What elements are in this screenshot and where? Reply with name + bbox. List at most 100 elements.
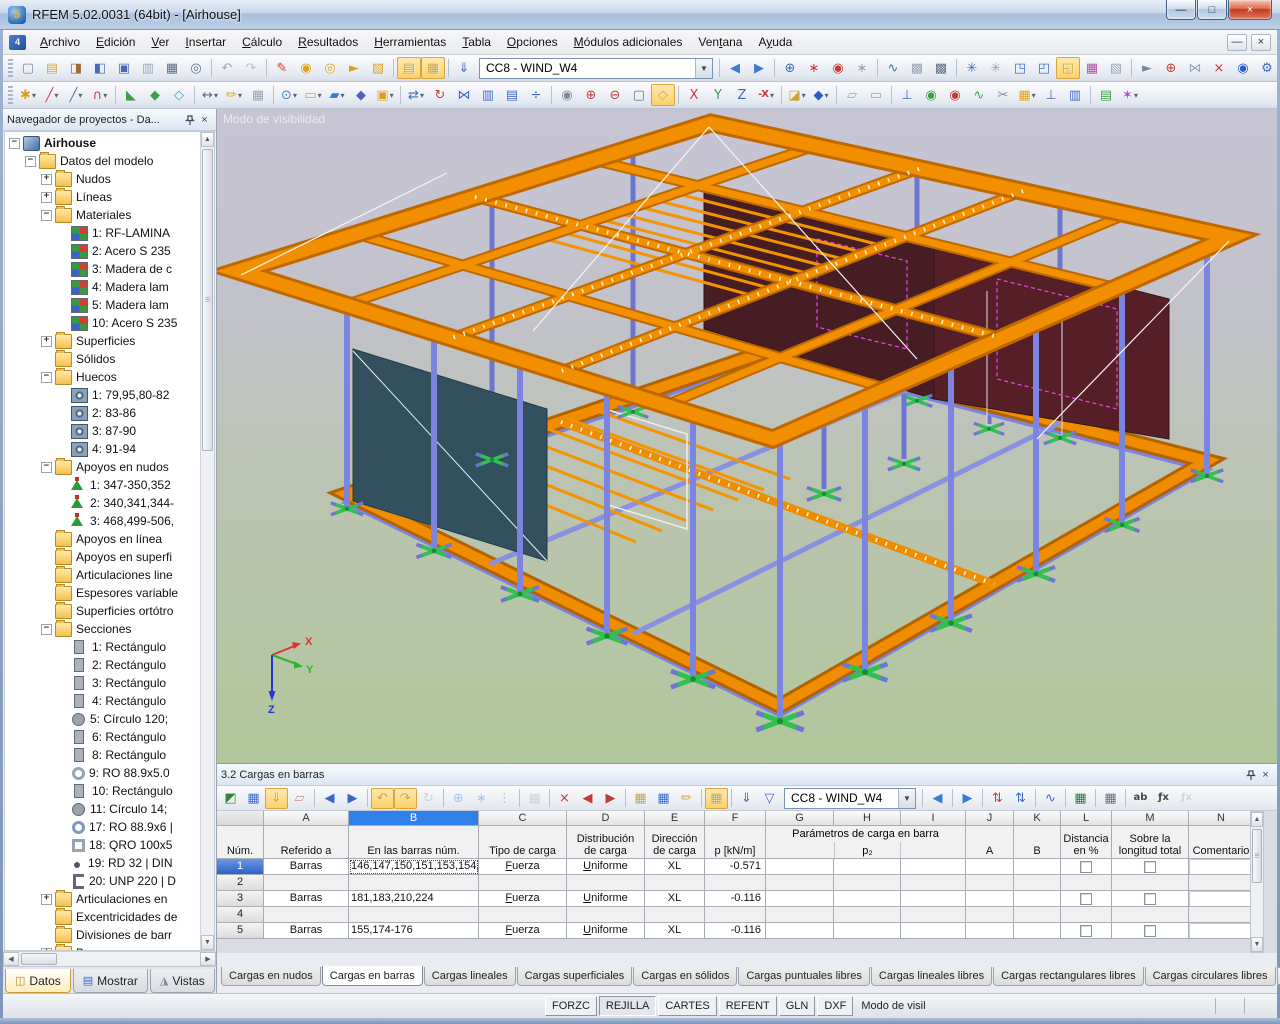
delete-objects-button[interactable]: × — [1207, 57, 1231, 79]
column-letter-A[interactable]: A — [264, 811, 349, 826]
generate-mesh-button[interactable]: ✳ — [960, 57, 984, 79]
cell-L[interactable] — [1061, 859, 1112, 875]
menu-modulos-adicionales[interactable]: Módulos adicionales — [566, 32, 691, 52]
zoom-in-button[interactable]: ⊕ — [579, 84, 603, 106]
scroll-up-icon[interactable]: ▲ — [201, 132, 214, 147]
new-line-button[interactable]: ╱ ▾ — [40, 84, 64, 106]
tree-item-articulaciones-line[interactable]: Articulaciones line — [5, 565, 200, 584]
table-view-button[interactable]: ◩ — [219, 788, 242, 809]
collapse-icon[interactable]: − — [41, 623, 52, 635]
row-header-3[interactable]: 3 — [217, 891, 264, 907]
pin-icon[interactable] — [182, 113, 197, 127]
cell-G[interactable] — [766, 907, 834, 923]
cell-comentario[interactable] — [1189, 907, 1254, 923]
scroll-right-icon[interactable]: ▶ — [200, 952, 216, 966]
tree-item-9-ro-88-9x5-0[interactable]: 9: RO 88.9x5.0 — [5, 764, 200, 782]
column-letter-B[interactable]: B — [349, 811, 479, 826]
close-button[interactable]: × — [1228, 0, 1272, 20]
cell-direccion[interactable] — [645, 875, 705, 891]
cell-referido[interactable]: Barras — [264, 891, 349, 907]
cell-K[interactable] — [1014, 923, 1061, 939]
cell-J[interactable] — [966, 907, 1014, 923]
table-active-button[interactable]: ⇓ — [265, 787, 288, 809]
print-graphic-button[interactable]: ▥ — [1063, 84, 1087, 106]
mdi-minimize-button[interactable]: — — [1227, 33, 1247, 51]
column-letter-C[interactable]: C — [479, 811, 567, 826]
scroll-up-icon[interactable]: ▲ — [1251, 812, 1263, 827]
navigator-tab-vistas[interactable]: ◮ Vistas — [149, 969, 215, 993]
cell-direccion[interactable] — [645, 907, 705, 923]
menu-edicion[interactable]: Edición — [88, 32, 143, 52]
open-file-button[interactable]: ▤ — [40, 57, 64, 79]
table-tab-cargas-lineales-libres[interactable]: Cargas lineales libres — [870, 967, 993, 986]
cell-L[interactable] — [1061, 891, 1112, 907]
new-generated-load-button[interactable]: ▣ ▾ — [373, 84, 397, 106]
view-in-y-button[interactable]: Y — [706, 84, 730, 106]
show-result-values-button[interactable]: ∗ — [850, 57, 874, 79]
tree-item-1-rf-lamina[interactable]: 1: RF-LAMINA — [5, 224, 200, 242]
load-case-selector-button[interactable]: ⇓ — [452, 57, 476, 79]
cell-direccion[interactable]: XL — [645, 859, 705, 875]
project-navigator-toggle-button[interactable]: ▤ — [397, 57, 421, 79]
work-plane-z-button[interactable]: ◱ — [1056, 57, 1080, 79]
select-table-button[interactable]: ▦ — [629, 788, 652, 809]
new-member-button[interactable]: ╱ ▾ — [64, 84, 88, 106]
isometric-view-button[interactable]: ◇ — [651, 84, 675, 106]
cell-I[interactable] — [901, 891, 966, 907]
load-case-list-button[interactable]: ⇓ — [735, 788, 758, 809]
mesh-refine-button[interactable]: ✳ — [984, 57, 1008, 79]
tree-item-17-ro-88-9x6[interactable]: 17: RO 88.9x6 | — [5, 818, 200, 836]
load-case-combo[interactable]: CC8 - WIND_W4 ▼ — [479, 57, 713, 79]
chevron-down-icon[interactable]: ▼ — [695, 58, 712, 78]
tree-item-11-circulo-14[interactable]: 11: Círculo 14; — [5, 800, 200, 818]
tree-item-apoyos-en-superfi[interactable]: Apoyos en superfi — [5, 547, 200, 566]
cell-H[interactable] — [834, 875, 901, 891]
rotate-target-button[interactable]: ◎ — [318, 57, 342, 79]
next-load-case-button[interactable]: ▶ — [747, 57, 771, 79]
cell-distribucion[interactable]: Uniforme — [567, 923, 645, 939]
print-button[interactable]: ▦ — [160, 57, 184, 79]
tree-item-materiales[interactable]: − Materiales — [5, 205, 200, 224]
expand-icon[interactable]: + — [41, 335, 52, 347]
export-excel-button[interactable]: ▦ — [1069, 788, 1092, 809]
close-icon[interactable]: × — [197, 113, 212, 127]
column-letter-N[interactable]: N — [1189, 811, 1254, 826]
cell-H[interactable] — [834, 907, 901, 923]
collapse-icon[interactable]: − — [41, 461, 52, 473]
view-in-minus-x-button[interactable]: -X ▾ — [754, 84, 778, 106]
cell-K[interactable] — [1014, 907, 1061, 923]
pin-icon[interactable] — [1243, 768, 1258, 782]
column-letter-I[interactable]: I — [901, 811, 966, 826]
fill-down-button[interactable]: ⋮ — [493, 788, 516, 809]
cell-J[interactable] — [966, 923, 1014, 939]
checkbox-unchecked[interactable] — [1144, 893, 1156, 906]
tree-item-superficies[interactable]: + Superficies — [5, 331, 200, 350]
tree-item-espesores-variable[interactable]: Espesores variable — [5, 583, 200, 602]
status-toggle-refent[interactable]: REFENT — [718, 996, 777, 1016]
export-rows-button[interactable]: ⇅ — [1009, 788, 1032, 809]
menu-archivo[interactable]: Archivo — [32, 32, 88, 52]
chevron-down-icon[interactable]: ▼ — [898, 788, 915, 808]
cell-comentario[interactable] — [1189, 923, 1254, 939]
print-preview-button[interactable]: ◎ — [184, 57, 208, 79]
tree-item-5-madera-lam[interactable]: 5: Madera lam — [5, 296, 200, 314]
cursor-mode-button[interactable]: ► — [1135, 57, 1159, 79]
delete-row-button[interactable]: × — [553, 788, 576, 809]
tree-item-8-rectangulo[interactable]: 8: Rectángulo — [5, 746, 200, 764]
table-tab-cargas-en-nudos[interactable]: Cargas en nudos — [221, 967, 321, 986]
expand-icon[interactable]: + — [41, 191, 52, 203]
cell-J[interactable] — [966, 875, 1014, 891]
maximize-button[interactable]: □ — [1197, 0, 1227, 20]
close-icon[interactable]: × — [1258, 768, 1273, 782]
cell-I[interactable] — [901, 923, 966, 939]
mirror-model-button[interactable]: ⋈ — [1183, 57, 1207, 79]
rename-quantities-button[interactable]: ab — [1129, 788, 1152, 809]
new-nodal-load-button[interactable]: ⊙ ▾ — [277, 84, 301, 106]
menu-resultados[interactable]: Resultados — [290, 32, 366, 52]
menu-ver[interactable]: Ver — [143, 32, 177, 52]
cell-barras[interactable]: 155,174-176 — [349, 923, 479, 939]
new-file-button[interactable]: ▢ — [16, 57, 40, 79]
show-loads-in-graphic-button[interactable]: ▦ — [705, 787, 728, 809]
new-surface-button[interactable]: ◣ — [119, 84, 143, 106]
new-free-load-button[interactable]: ◆ — [349, 84, 373, 106]
